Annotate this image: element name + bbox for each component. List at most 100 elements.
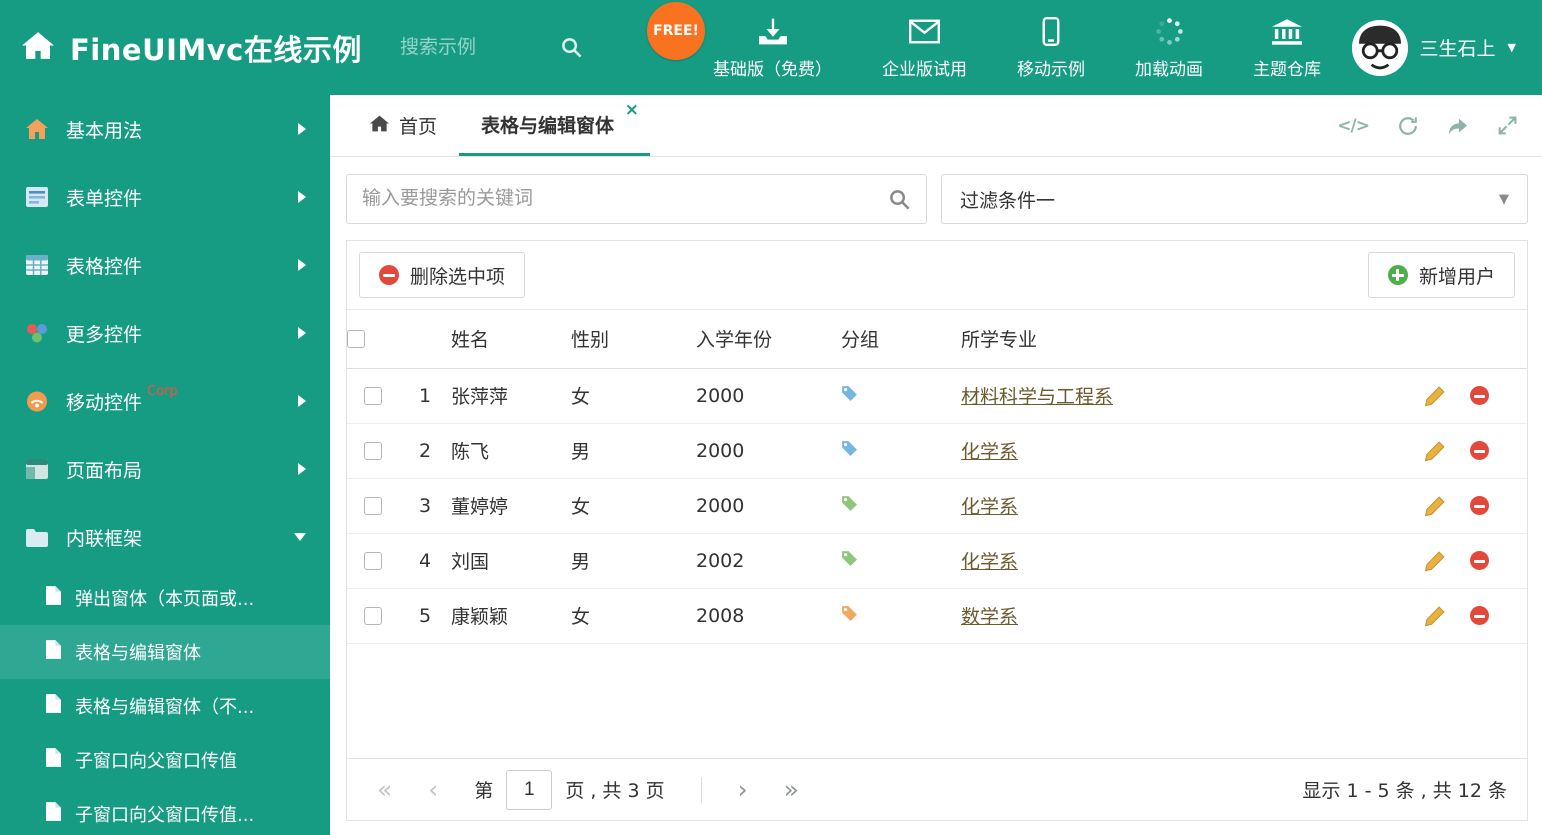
sidebar-subitem-child-to-parent[interactable]: 子窗口向父窗口传值 bbox=[0, 733, 330, 787]
data-table: 姓名 性别 入学年份 分组 所学专业 1 张萍萍 女 2000 材料科学与工程系… bbox=[347, 310, 1527, 644]
column-header-gender: 性别 bbox=[571, 310, 696, 369]
sidebar-subitem-grid-edit-window[interactable]: 表格与编辑窗体 bbox=[0, 625, 330, 679]
source-code-icon[interactable]: </> bbox=[1337, 116, 1370, 136]
nav-item-mobile-demo[interactable]: 移动示例 bbox=[1017, 16, 1085, 80]
nav-item-enterprise-trial[interactable]: 企业版试用 bbox=[882, 16, 967, 80]
keyword-search-input[interactable] bbox=[362, 188, 888, 210]
user-menu[interactable]: 三生石上 ▼ bbox=[1351, 19, 1542, 76]
sidebar-item-label: 更多控件 bbox=[66, 323, 143, 346]
delete-row-icon[interactable] bbox=[1470, 606, 1489, 625]
prev-page-button[interactable]: ‹ bbox=[428, 777, 438, 802]
sidebar-item-more-controls[interactable]: 更多控件 bbox=[0, 299, 330, 367]
pagination-divider bbox=[700, 776, 702, 803]
row-checkbox[interactable] bbox=[364, 497, 382, 515]
sidebar-subitem-popup-window[interactable]: 弹出窗体（本页面或... bbox=[0, 571, 330, 625]
row-checkbox[interactable] bbox=[364, 552, 382, 570]
add-user-button[interactable]: 新增用户 bbox=[1367, 252, 1515, 298]
cell-year: 2000 bbox=[696, 368, 841, 424]
layout-icon bbox=[24, 459, 50, 479]
tab-label: 表格与编辑窗体 bbox=[481, 114, 615, 137]
next-page-button[interactable]: › bbox=[738, 777, 748, 802]
sidebar-item-mobile-controls[interactable]: 移动控件 Corp bbox=[0, 367, 330, 435]
edit-pencil-icon[interactable] bbox=[1424, 605, 1446, 627]
major-link[interactable]: 数学系 bbox=[961, 606, 1018, 628]
brand[interactable]: FineUIMvc在线示例 bbox=[0, 27, 400, 69]
major-link[interactable]: 化学系 bbox=[961, 496, 1018, 518]
top-search-input[interactable] bbox=[400, 36, 550, 59]
file-icon bbox=[46, 586, 61, 610]
tab-bar: 首页 表格与编辑窗体 × </> bbox=[330, 95, 1542, 157]
column-header-name: 姓名 bbox=[451, 310, 571, 369]
sidebar: 基本用法 表单控件 表格控件 更多控件 移动控件 Corp 页面布局 内联框架 … bbox=[0, 95, 330, 835]
table-row[interactable]: 5 康颖颖 女 2008 数学系 bbox=[347, 588, 1527, 644]
major-link[interactable]: 材料科学与工程系 bbox=[961, 386, 1113, 408]
keyword-search-box bbox=[346, 174, 927, 224]
major-link[interactable]: 化学系 bbox=[961, 551, 1018, 573]
widgets-icon bbox=[24, 323, 50, 343]
sidebar-subitem-label: 表格与编辑窗体 bbox=[75, 643, 201, 664]
tag-icon bbox=[841, 550, 858, 567]
delete-row-icon[interactable] bbox=[1470, 386, 1489, 405]
column-header-year: 入学年份 bbox=[696, 310, 841, 369]
sidebar-subitem-grid-edit-window-alt[interactable]: 表格与编辑窗体（不... bbox=[0, 679, 330, 733]
first-page-button[interactable]: « bbox=[377, 777, 392, 802]
edit-pencil-icon[interactable] bbox=[1424, 385, 1446, 407]
table-row[interactable]: 4 刘国 男 2002 化学系 bbox=[347, 533, 1527, 589]
table-row[interactable]: 2 陈飞 男 2000 化学系 bbox=[347, 423, 1527, 479]
cell-gender: 女 bbox=[571, 588, 696, 644]
filter-dropdown[interactable]: 过滤条件一 ▼ bbox=[941, 174, 1528, 224]
refresh-icon[interactable] bbox=[1397, 115, 1419, 137]
tab-grid-edit-window[interactable]: 表格与编辑窗体 × bbox=[459, 95, 651, 156]
last-page-button[interactable]: » bbox=[784, 777, 799, 802]
sidebar-item-form-controls[interactable]: 表单控件 bbox=[0, 163, 330, 231]
chevron-right-icon bbox=[298, 327, 306, 339]
column-header-group: 分组 bbox=[841, 310, 961, 369]
table-row[interactable]: 3 董婷婷 女 2000 化学系 bbox=[347, 478, 1527, 534]
grid-toolbar: 删除选中项 新增用户 bbox=[347, 241, 1527, 310]
major-link[interactable]: 化学系 bbox=[961, 441, 1018, 463]
sidebar-item-basic-usage[interactable]: 基本用法 bbox=[0, 95, 330, 163]
file-icon bbox=[46, 694, 61, 718]
delete-row-icon[interactable] bbox=[1470, 551, 1489, 570]
cell-name: 刘国 bbox=[451, 533, 571, 589]
sidebar-subitem-label: 子窗口向父窗口传值 bbox=[75, 751, 237, 772]
share-icon[interactable] bbox=[1447, 116, 1469, 136]
free-badge: FREE! bbox=[647, 1, 705, 60]
page-number-input[interactable] bbox=[506, 769, 553, 810]
home-icon bbox=[22, 32, 54, 63]
edit-pencil-icon[interactable] bbox=[1424, 550, 1446, 572]
cell-gender: 男 bbox=[571, 423, 696, 479]
filter-dropdown-value: 过滤条件一 bbox=[960, 189, 1056, 212]
edit-pencil-icon[interactable] bbox=[1424, 440, 1446, 462]
edit-pencil-icon[interactable] bbox=[1424, 495, 1446, 517]
row-checkbox[interactable] bbox=[364, 607, 382, 625]
row-index: 1 bbox=[399, 368, 451, 424]
sidebar-item-grid-controls[interactable]: 表格控件 bbox=[0, 231, 330, 299]
nav-item-basic-free[interactable]: FREE! 基础版（免费） bbox=[647, 1, 832, 80]
sidebar-item-inline-frame[interactable]: 内联框架 bbox=[0, 503, 330, 571]
search-icon[interactable] bbox=[888, 188, 911, 211]
cell-gender: 男 bbox=[571, 533, 696, 589]
select-all-checkbox[interactable] bbox=[347, 330, 365, 349]
sidebar-subitem-child-to-parent-alt[interactable]: 子窗口向父窗口传值... bbox=[0, 787, 330, 835]
delete-row-icon[interactable] bbox=[1470, 441, 1489, 460]
row-checkbox[interactable] bbox=[364, 387, 382, 405]
sidebar-item-page-layout[interactable]: 页面布局 bbox=[0, 435, 330, 503]
row-index: 4 bbox=[399, 533, 451, 589]
row-checkbox[interactable] bbox=[364, 442, 382, 460]
table-row[interactable]: 1 张萍萍 女 2000 材料科学与工程系 bbox=[347, 368, 1527, 424]
delete-selected-button[interactable]: 删除选中项 bbox=[359, 252, 526, 298]
delete-row-icon[interactable] bbox=[1470, 496, 1489, 515]
nav-item-loading-animation[interactable]: 加载动画 bbox=[1135, 16, 1203, 80]
cell-gender: 女 bbox=[571, 478, 696, 534]
search-icon[interactable] bbox=[560, 36, 583, 59]
chevron-right-icon bbox=[298, 123, 306, 135]
tab-home[interactable]: 首页 bbox=[348, 95, 459, 156]
sidebar-subitem-label: 表格与编辑窗体（不... bbox=[75, 697, 255, 718]
close-icon[interactable]: × bbox=[625, 102, 639, 119]
app-title: FineUIMvc在线示例 bbox=[70, 32, 362, 67]
tag-icon bbox=[841, 495, 858, 512]
fullscreen-icon[interactable] bbox=[1497, 115, 1518, 136]
table-icon bbox=[24, 255, 50, 275]
nav-item-theme-store[interactable]: 主题仓库 bbox=[1253, 16, 1321, 80]
